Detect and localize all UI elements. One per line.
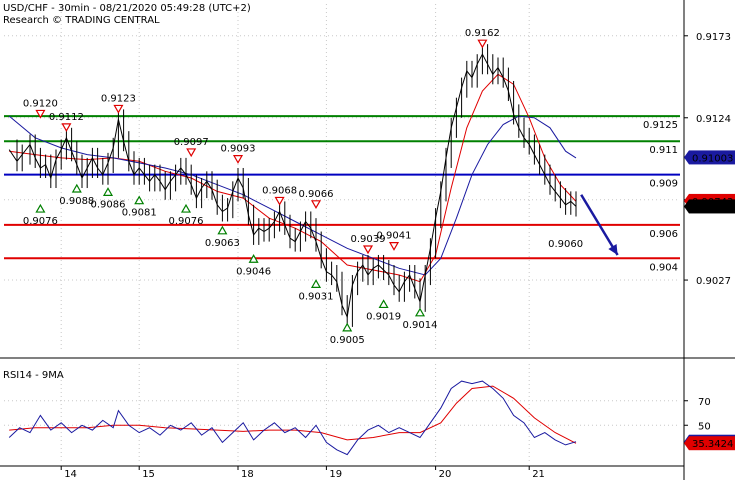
high-label: 0.9066 — [299, 189, 334, 200]
usdchf-chart: 0.9125 0.911 0.909 0.906 0.904 0.9120 0.9112 0… — [0, 0, 735, 480]
low-label: 0.9014 — [403, 320, 438, 331]
level-label: 0.904 — [649, 262, 678, 273]
low-label: 0.9046 — [236, 266, 271, 277]
time-tick-label: 19 — [329, 469, 342, 480]
high-label: 0.9041 — [377, 231, 412, 242]
time-tick-label: 15 — [142, 469, 155, 480]
time-tick-label: 21 — [532, 469, 545, 480]
low-label: 0.9031 — [299, 291, 334, 302]
rsi-title: RSI14 - 9MA — [3, 370, 64, 381]
low-label: 0.9076 — [23, 216, 58, 227]
target-label: 0.9060 — [548, 239, 583, 250]
price-tag: 0.9071 — [692, 202, 727, 213]
price-tick-label: 0.9173 — [696, 32, 731, 43]
rsi-tick-label: 70 — [698, 397, 711, 408]
time-tick-label: 20 — [439, 469, 452, 480]
price-tick-label: 0.9027 — [696, 276, 731, 287]
price-tag: 0.91003 — [692, 153, 733, 164]
high-label: 0.9120 — [23, 98, 58, 109]
level-label: 0.911 — [649, 145, 678, 156]
time-tick-label: 14 — [64, 469, 77, 480]
high-label: 0.9093 — [221, 144, 256, 155]
rsi-tick-label: 50 — [698, 421, 711, 432]
low-label: 0.9086 — [91, 199, 126, 210]
high-label: 0.9123 — [101, 93, 136, 104]
low-label: 0.9063 — [205, 238, 240, 249]
low-label: 0.9019 — [366, 311, 401, 322]
rsi-tag: 35.3424 — [692, 439, 733, 450]
chart-subtitle: Research © TRADING CENTRAL — [3, 15, 160, 26]
chart-title: USD/CHF - 30min - 08/21/2020 05:49:28 (U… — [3, 3, 251, 14]
time-tick-label: 18 — [241, 469, 254, 480]
high-label: 0.9162 — [465, 28, 500, 39]
low-label: 0.9081 — [122, 208, 157, 219]
high-label: 0.9097 — [174, 137, 209, 148]
high-label: 0.9068 — [262, 185, 297, 196]
level-label: 0.9125 — [643, 120, 678, 131]
low-label: 0.9088 — [59, 196, 94, 207]
low-label: 0.9076 — [169, 216, 204, 227]
level-label: 0.909 — [649, 179, 678, 190]
price-tick-label: 0.9124 — [696, 114, 731, 125]
level-label: 0.906 — [649, 229, 678, 240]
low-label: 0.9005 — [330, 335, 365, 346]
high-label: 0.9112 — [49, 112, 84, 123]
